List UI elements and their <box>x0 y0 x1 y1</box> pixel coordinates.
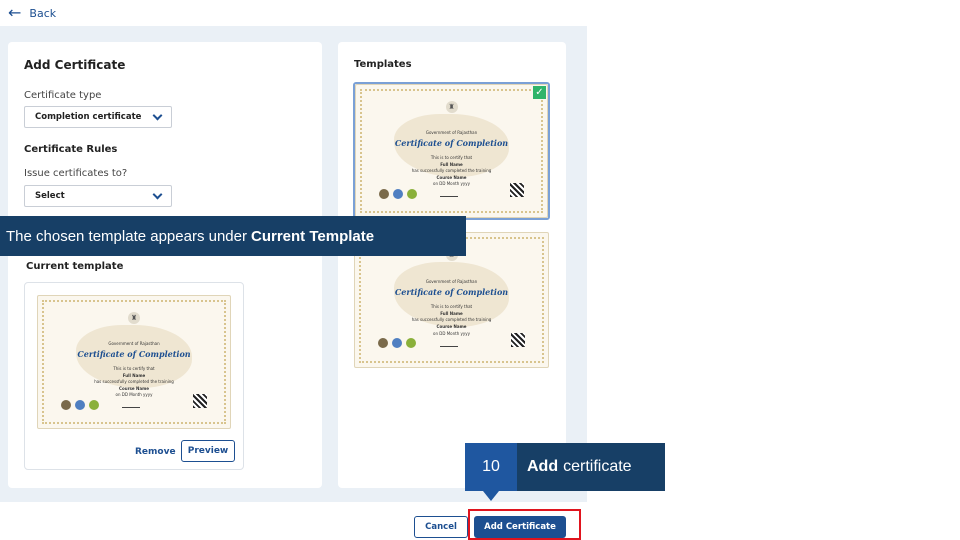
current-template-box: ♜ Government of Rajasthan Certificate of… <box>24 282 244 470</box>
current-template-preview: ♜ Government of Rajasthan Certificate of… <box>37 295 231 429</box>
signature-icon <box>122 402 141 409</box>
qr-code-icon <box>510 183 525 198</box>
cert-certify: This is to certify that <box>113 365 155 371</box>
cert-dept: Government of Rajasthan <box>425 129 478 135</box>
cert-title: Certificate of Completion <box>77 348 191 359</box>
issue-to-label: Issue certificates to? <box>24 168 128 179</box>
chevron-down-icon <box>152 110 163 120</box>
arrow-left-icon: ← <box>8 3 22 22</box>
issue-to-value: Select <box>35 191 65 201</box>
cert-course: Course Name <box>436 324 467 330</box>
emblem-icon: ♜ <box>445 100 458 113</box>
back-link[interactable]: ← Back <box>8 5 56 21</box>
current-template-heading: Current template <box>26 261 124 272</box>
cert-logos <box>378 188 417 199</box>
signature-icon <box>439 341 458 347</box>
templates-heading: Templates <box>354 59 412 70</box>
cert-course: Course Name <box>119 385 149 391</box>
qr-code-icon <box>192 394 207 409</box>
add-certificate-card: Add Certificate Certificate type Complet… <box>8 42 322 488</box>
logo-icon <box>392 188 403 199</box>
logo-icon <box>406 338 417 349</box>
cert-dept: Government of Rajasthan <box>425 278 478 284</box>
step-callout: 10 Add certificate <box>465 443 665 501</box>
pointer-icon <box>483 491 499 501</box>
cert-certify: This is to certify that <box>430 304 473 310</box>
logo-icon <box>89 399 100 410</box>
issue-to-select[interactable]: Select <box>24 185 172 207</box>
cert-name: Full Name <box>440 310 463 316</box>
templates-card: Templates ♜ Government of Rajasthan Cert… <box>338 42 566 488</box>
step-bold: Add <box>527 458 559 475</box>
cert-name: Full Name <box>440 161 463 167</box>
logo-icon <box>378 338 389 349</box>
work-area: Add Certificate Certificate type Complet… <box>0 26 587 502</box>
qr-code-icon <box>510 332 525 347</box>
logo-icon <box>392 338 403 349</box>
step-label: certificate <box>563 458 632 475</box>
logo-icon <box>378 188 389 199</box>
cert-dept: Government of Rajasthan <box>108 340 160 346</box>
template-option-1[interactable]: ♜ Government of Rajasthan Certificate of… <box>353 82 550 220</box>
template-1-preview: ♜ Government of Rajasthan Certificate of… <box>355 84 548 218</box>
cert-title: Certificate of Completion <box>394 286 509 297</box>
callout-text: The chosen template appears under <box>6 227 247 245</box>
cert-course: Course Name <box>436 174 467 180</box>
cert-title: Certificate of Completion <box>394 137 509 148</box>
cancel-button[interactable]: Cancel <box>414 516 468 538</box>
back-label: Back <box>29 6 57 20</box>
page-title: Add Certificate <box>24 58 126 72</box>
cert-completed: has successfully completed the training <box>94 379 174 385</box>
rules-heading: Certificate Rules <box>24 144 118 155</box>
cert-certify: This is to certify that <box>430 154 473 160</box>
check-icon: ✓ <box>533 86 546 99</box>
step-number: 10 <box>465 443 517 491</box>
cert-completed: has successfully completed the training <box>411 168 492 174</box>
cert-logos <box>61 399 100 410</box>
signature-icon <box>440 191 459 198</box>
emblem-icon: ♜ <box>128 311 140 324</box>
cert-completed: has successfully completed the training <box>411 317 492 323</box>
certificate-type-value: Completion certificate <box>35 112 142 122</box>
logo-icon <box>406 188 417 199</box>
logo-icon <box>75 399 86 410</box>
certificate-type-label: Certificate type <box>24 90 102 101</box>
cert-logos <box>378 338 417 349</box>
step-text: Add certificate <box>517 443 665 491</box>
callout-bold: Current Template <box>251 227 375 245</box>
certificate-type-select[interactable]: Completion certificate <box>24 106 172 128</box>
cert-name: Full Name <box>122 372 146 378</box>
callout-banner: The chosen template appears under Curren… <box>0 216 466 256</box>
preview-button[interactable]: Preview <box>181 440 235 462</box>
remove-button[interactable]: Remove <box>135 447 176 457</box>
logo-icon <box>61 399 72 410</box>
top-bar: ← Back <box>0 0 960 26</box>
highlight-box <box>468 509 581 540</box>
chevron-down-icon <box>152 189 163 199</box>
